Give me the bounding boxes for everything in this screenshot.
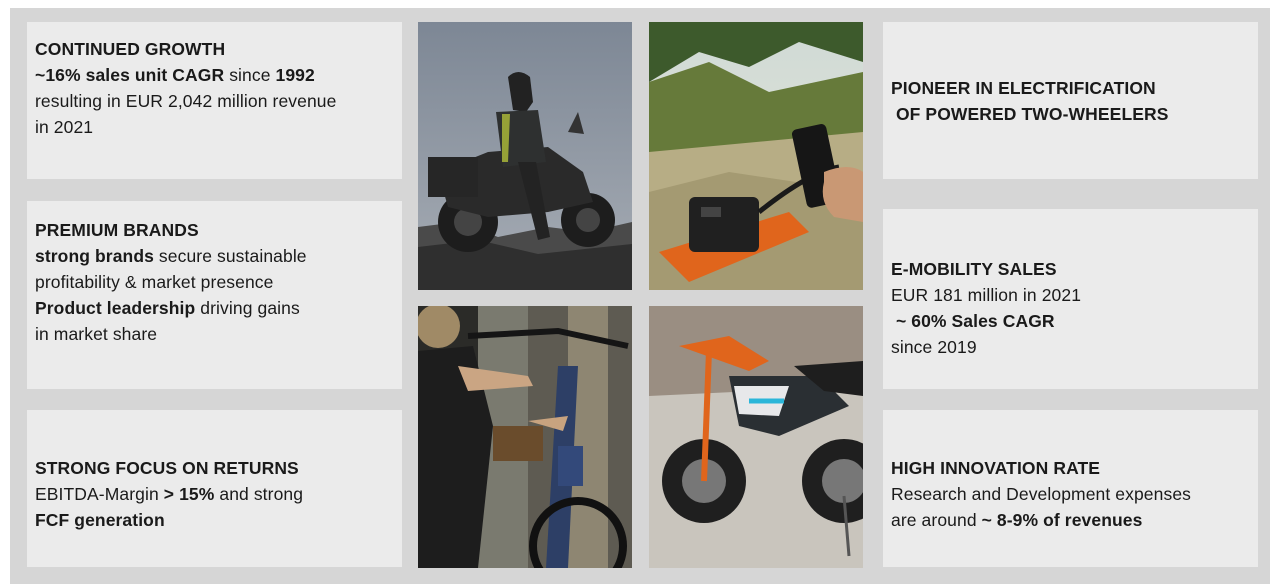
card-body: Research and Development expenses are aro…: [891, 481, 1250, 533]
body-line: ~ 60% Sales CAGR: [891, 308, 1250, 334]
body-line: strong brands secure sustainable: [35, 243, 394, 269]
card-pioneer-electrification: PIONEER IN ELECTRIFICATION OF POWERED TW…: [883, 22, 1258, 179]
card-title: CONTINUED GROWTH: [35, 39, 226, 59]
card-title-line2: OF POWERED TWO-WHEELERS: [891, 103, 1169, 124]
body-line: FCF generation: [35, 507, 394, 533]
text-run: driving gains: [195, 298, 300, 318]
bold-text: ~ 8-9% of revenues: [981, 509, 1143, 530]
text-run: and strong: [214, 483, 304, 504]
card-premium-brands: PREMIUM BRANDS strong brands secure sust…: [27, 201, 402, 389]
card-title: STRONG FOCUS ON RETURNS: [35, 457, 299, 478]
body-line: EBITDA-Margin > 15% and strong: [35, 481, 394, 507]
body-line: Product leadership driving gains: [35, 295, 394, 321]
bold-text: FCF generation: [35, 509, 165, 530]
body-line: since 2019: [891, 334, 1250, 360]
text-run: Research and Development expenses: [891, 483, 1192, 504]
text-run: since 2019: [891, 337, 977, 357]
body-line: ~16% sales unit CAGR since 1992: [35, 62, 394, 88]
text-run: in market share: [35, 324, 158, 344]
card-e-mobility-sales: E-MOBILITY SALES EUR 181 million in 2021…: [883, 209, 1258, 389]
card-strong-focus-returns: STRONG FOCUS ON RETURNS EBITDA-Margin > …: [27, 410, 402, 567]
body-line: in 2021: [35, 114, 394, 140]
card-body: strong brands secure sustainable profitab…: [35, 243, 394, 347]
text-run: profitability & market presence: [35, 272, 274, 292]
text-run: secure sustainable: [153, 246, 307, 266]
card-body: EUR 181 million in 2021 ~ 60% Sales CAGR…: [891, 282, 1250, 360]
photo-smartphone-ebike: [649, 22, 863, 290]
bold-text: Product leadership: [35, 298, 196, 318]
photo-e-bicycle: [418, 306, 632, 568]
body-line: profitability & market presence: [35, 269, 394, 295]
bold-text: strong brands: [35, 246, 154, 266]
body-line: are around ~ 8-9% of revenues: [891, 507, 1250, 533]
bold-text: > 15%: [163, 483, 215, 504]
text-run: since: [224, 65, 276, 85]
card-high-innovation-rate: HIGH INNOVATION RATE Research and Develo…: [883, 410, 1258, 567]
body-line: resulting in EUR 2,042 million revenue: [35, 88, 394, 114]
card-title: E-MOBILITY SALES: [891, 259, 1057, 279]
text-run: EBITDA-Margin: [35, 483, 164, 504]
card-title: HIGH INNOVATION RATE: [891, 457, 1101, 478]
body-line: in market share: [35, 321, 394, 347]
body-line: EUR 181 million in 2021: [891, 282, 1250, 308]
text-run: EUR 181 million in 2021: [891, 285, 1082, 305]
card-body: ~16% sales unit CAGR since 1992 resulting…: [35, 62, 394, 140]
card-continued-growth: CONTINUED GROWTH ~16% sales unit CAGR si…: [27, 22, 402, 179]
photo-adventure-motorcycle: [418, 22, 632, 290]
photo-electric-dirt-bike: [649, 306, 863, 568]
text-run: are around: [891, 509, 982, 530]
bold-text: ~16% sales unit CAGR: [35, 65, 225, 85]
text-run: in 2021: [35, 117, 94, 137]
card-title: PREMIUM BRANDS: [35, 220, 199, 240]
card-body: EBITDA-Margin > 15% and strong FCF genera…: [35, 481, 394, 533]
bold-text: ~ 60% Sales CAGR: [891, 311, 1055, 331]
card-title: PIONEER IN ELECTRIFICATION: [891, 77, 1156, 98]
text-run: resulting in EUR 2,042 million revenue: [35, 91, 337, 111]
body-line: Research and Development expenses: [891, 481, 1250, 507]
bold-text: 1992: [275, 65, 315, 85]
